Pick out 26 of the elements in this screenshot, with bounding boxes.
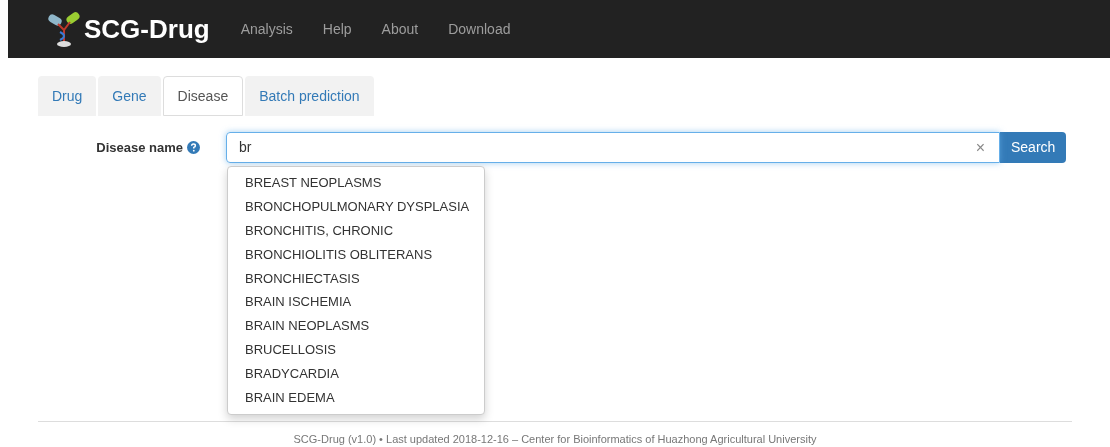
suggestion-item[interactable]: BRADYCARDIA	[228, 362, 484, 386]
field-label: Disease name	[96, 138, 183, 157]
nav-link[interactable]: About	[366, 18, 434, 40]
clear-button[interactable]: ×	[975, 135, 985, 160]
help-icon[interactable]	[187, 141, 200, 154]
search-button[interactable]: Search	[1000, 132, 1067, 163]
suggestion-item[interactable]: BRUCELLOSIS	[228, 338, 484, 363]
suggestion-item[interactable]: BRONCHOPULMONARY DYSPLASIA	[228, 194, 484, 219]
search-input[interactable]: br ×	[226, 132, 1000, 163]
tab[interactable]: Batch prediction	[245, 76, 374, 116]
suggestion-item[interactable]: BRONCHIECTASIS	[228, 266, 484, 291]
nav-link[interactable]: Help	[307, 18, 367, 40]
suggestion-item[interactable]: BRAIN NEOPLASMS	[228, 314, 484, 339]
nav-link[interactable]: Download	[433, 18, 526, 40]
suggestion-item[interactable]: BREAST NEOPLASMS	[228, 171, 484, 195]
suggestion-item[interactable]: BRAIN EDEMA	[228, 386, 484, 410]
tab[interactable]: Gene	[98, 76, 161, 116]
brand-name[interactable]: SCG-Drug	[84, 9, 210, 49]
footer-text: SCG-Drug (v1.0) • Last updated 2018-12-16 – Center for Bioinformatics of Huazhong Agricultural University	[293, 432, 817, 447]
tab[interactable]: Disease	[162, 76, 244, 116]
suggestion-item[interactable]: BRONCHITIS, CHRONIC	[228, 218, 484, 243]
suggestion-item[interactable]: BRAIN ISCHEMIA	[228, 290, 484, 315]
nav-link[interactable]: Analysis	[225, 18, 308, 40]
pill-logo-icon	[46, 10, 82, 48]
tab[interactable]: Drug	[38, 76, 97, 116]
suggestion-item[interactable]: BRONCHIOLITIS OBLITERANS	[228, 242, 484, 267]
